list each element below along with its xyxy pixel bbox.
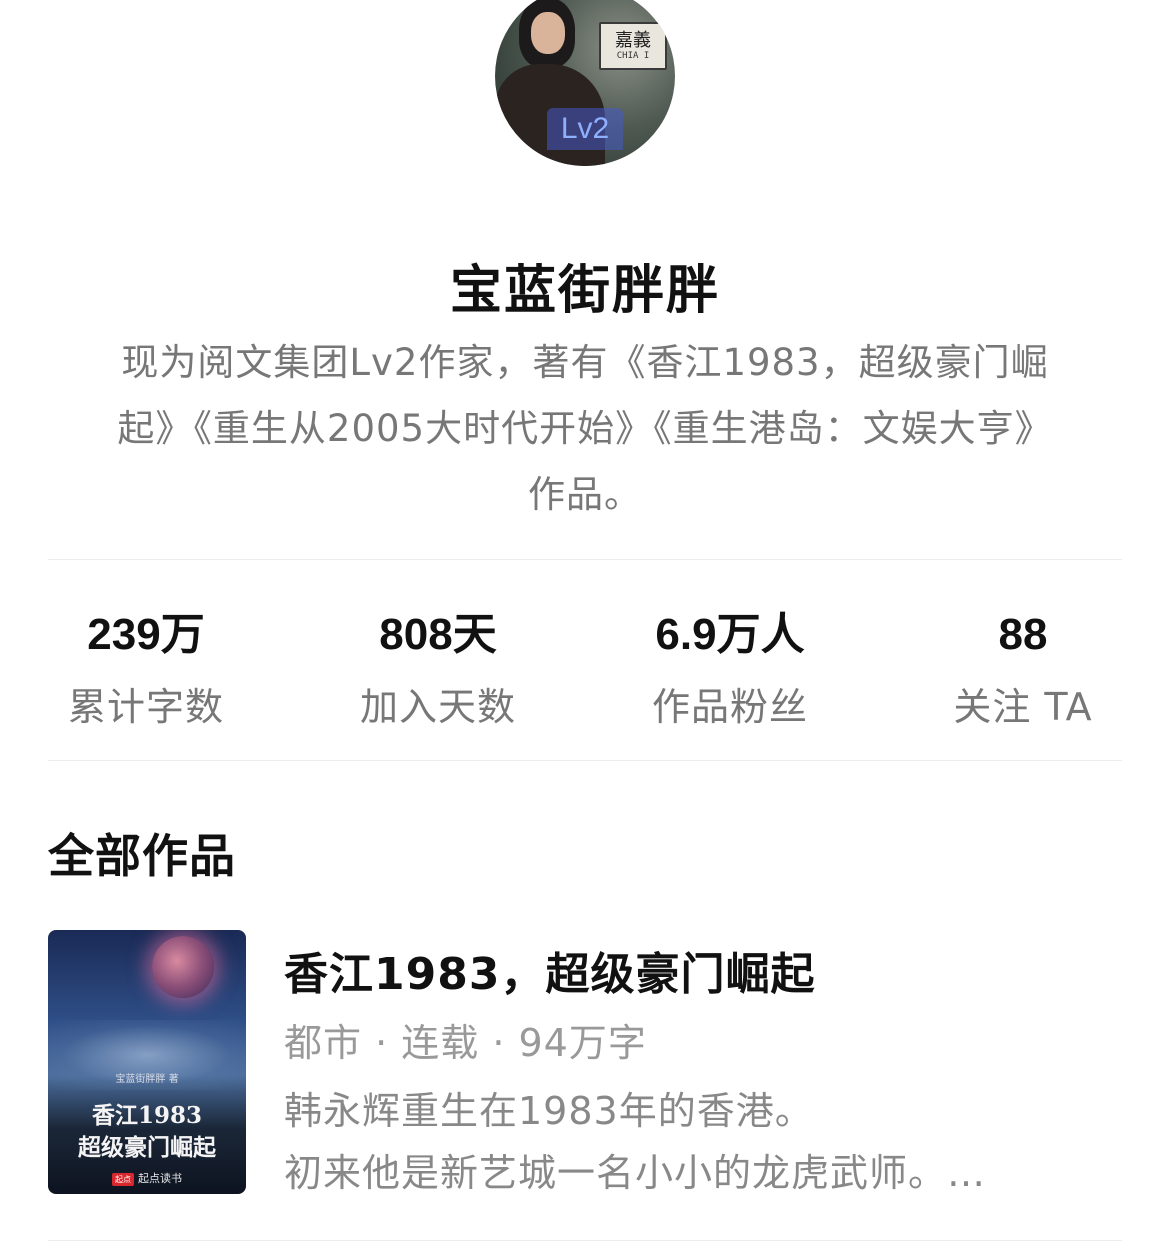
stat-label: 加入天数 [359, 685, 516, 729]
cover-author: 宝蓝街胖胖 著 [115, 1074, 179, 1085]
stat-value: 6.9万人 [655, 610, 805, 659]
stat-value: 239万 [87, 610, 205, 659]
avatar-person-face [531, 12, 565, 54]
cover-title-line: 超级豪门崛起 [78, 1134, 216, 1161]
level-badge: Lv2 [547, 108, 623, 150]
stat-value: 88 [998, 610, 1048, 659]
book-desc-line: 韩永辉重生在1983年的香港。 [284, 1089, 814, 1133]
stat-days-joined: 808天 加入天数 [328, 606, 548, 731]
publisher-name: 起点读书 [138, 1172, 182, 1185]
book-title[interactable]: 香江1983，超级豪门崛起 [284, 938, 815, 1002]
stat-label: 作品粉丝 [651, 685, 808, 729]
bio-line: 作品。 [528, 473, 642, 516]
divider [48, 1240, 1122, 1241]
stats-row: 239万 累计字数 808天 加入天数 6.9万人 作品粉丝 88 关注 TA [0, 606, 1170, 736]
book-cover[interactable]: 宝蓝街胖胖 著 香江1983 超级豪门崛起 起点 起点读书 [48, 930, 246, 1194]
avatar[interactable]: 嘉義 CHIA I Lv2 [495, 0, 675, 166]
book-desc-line: 初来他是新艺城一名小小的龙虎武师。… [284, 1151, 987, 1195]
stat-value: 808天 [379, 610, 497, 659]
author-bio: 现为阅文集团Lv2作家，著有《香江1983，超级豪门崛 起》《重生从2005大时… [60, 330, 1110, 528]
cover-title-line: 香江1983 [91, 1102, 202, 1129]
avatar-sign-text: 嘉義 [615, 30, 651, 51]
avatar-sign-subtext: CHIA I [616, 51, 650, 61]
stat-label: 关注 TA [953, 685, 1093, 729]
author-name: 宝蓝街胖胖 [449, 261, 720, 321]
bio-line: 起》《重生从2005大时代开始》《重生港岛：文娱大亨》 [117, 407, 1053, 450]
bio-line: 现为阅文集团Lv2作家，著有《香江1983，超级豪门崛 [121, 341, 1049, 384]
stat-following[interactable]: 88 关注 TA [913, 606, 1133, 731]
publisher-logo-icon: 起点 [112, 1173, 134, 1186]
avatar-sign: 嘉義 CHIA I [599, 22, 667, 70]
cover-planet [152, 936, 214, 998]
stat-label: 累计字数 [67, 685, 224, 729]
cover-publisher: 起点 起点读书 [48, 1170, 246, 1186]
book-description: 韩永辉重生在1983年的香港。 初来他是新艺城一名小小的龙虎武师。… [284, 1080, 1084, 1204]
stat-total-words: 239万 累计字数 [36, 606, 256, 731]
divider [48, 760, 1122, 761]
stat-fans: 6.9万人 作品粉丝 [620, 606, 840, 731]
book-meta: 都市 · 连载 · 94万字 [284, 1021, 647, 1065]
divider [48, 559, 1122, 560]
section-title-all-works: 全部作品 [48, 829, 236, 883]
